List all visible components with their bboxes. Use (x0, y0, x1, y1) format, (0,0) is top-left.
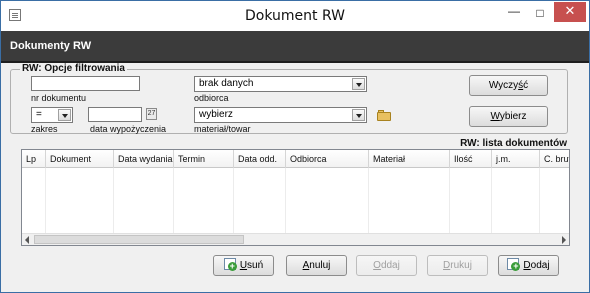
delete-button-post: suń (247, 260, 264, 271)
recipient-label: odbiorca (194, 93, 229, 103)
column-divider (491, 168, 492, 235)
column-divider (539, 168, 540, 235)
dokument-rw-window: Dokument RW — □ ✕ Dokumenty RW RW: Opcje… (0, 0, 590, 293)
maximize-button[interactable]: □ (530, 5, 550, 21)
column-divider (173, 168, 174, 235)
column-divider (285, 168, 286, 235)
horizontal-scrollbar[interactable] (22, 233, 569, 245)
column-divider (45, 168, 46, 235)
return-button-post: ddaj (380, 260, 400, 271)
range-value: = (36, 109, 42, 120)
minimize-button[interactable]: — (504, 5, 524, 21)
column-divider (449, 168, 450, 235)
add-button-post: odaj (530, 260, 550, 271)
document-icon: + (223, 258, 237, 272)
clear-button-pre: Wyczy (488, 80, 519, 91)
scroll-left-icon[interactable] (25, 236, 29, 244)
add-button-mnemonic: D (523, 260, 531, 271)
add-badge-icon: + (511, 261, 521, 272)
column-header-unit[interactable]: j.m. (492, 150, 540, 168)
window-title: Dokument RW (245, 8, 345, 24)
return-button-mnemonic: O (373, 260, 381, 271)
title-bar: Dokument RW — □ ✕ (1, 1, 589, 31)
column-header-gross-price[interactable]: C. brutto (540, 150, 569, 168)
table-body[interactable] (22, 168, 569, 235)
print-button-post: rukuj (450, 260, 472, 271)
header-band: Dokumenty RW (1, 31, 589, 63)
folder-body (377, 112, 391, 121)
add-button[interactable]: + Dodaj (498, 255, 559, 276)
material-label: materiał/towar (194, 124, 251, 134)
doc-number-input[interactable] (31, 76, 140, 91)
filter-legend: RW: Opcje filtrowania (20, 63, 127, 74)
scroll-right-icon[interactable] (562, 236, 566, 244)
cancel-button-post: nuluj (309, 260, 331, 271)
column-divider (368, 168, 369, 235)
clear-button-post: ć (523, 80, 529, 91)
print-button[interactable]: Drukuj (427, 255, 488, 276)
close-button[interactable]: ✕ (554, 2, 586, 22)
folder-icon[interactable] (377, 109, 392, 122)
cancel-button[interactable]: Anuluj (286, 255, 347, 276)
column-header-return-date[interactable]: Data odd. (234, 150, 286, 168)
documents-table[interactable]: Lp Dokument Data wydania Termin Data odd… (21, 149, 570, 246)
chevron-down-icon[interactable] (58, 109, 71, 121)
calendar-icon[interactable]: 27 (146, 108, 157, 120)
return-button[interactable]: Oddaj (356, 255, 417, 276)
column-header-deadline[interactable]: Termin (174, 150, 234, 168)
chevron-down-icon[interactable] (352, 109, 365, 121)
select-button-mnemonic: W (490, 111, 500, 122)
column-header-recipient[interactable]: Odbiorca (286, 150, 369, 168)
table-header: Lp Dokument Data wydania Termin Data odd… (22, 150, 569, 168)
material-select[interactable]: wybierz (194, 107, 367, 123)
page-title: Dokumenty RW (10, 40, 92, 52)
column-divider (233, 168, 234, 235)
scroll-thumb[interactable] (34, 235, 244, 244)
chevron-down-icon[interactable] (352, 78, 365, 90)
list-title: RW: lista dokumentów (460, 138, 567, 149)
select-button-post: ybierz (499, 111, 527, 122)
column-header-lp[interactable]: Lp (22, 150, 46, 168)
clear-button[interactable]: Wyczyść (469, 75, 548, 96)
delete-button[interactable]: + Usuń (213, 255, 274, 276)
column-header-document[interactable]: Dokument (46, 150, 114, 168)
delete-button-mnemonic: U (239, 260, 248, 271)
add-document-icon: + (507, 258, 521, 272)
loan-date-input[interactable] (88, 107, 142, 122)
column-divider (113, 168, 114, 235)
loan-date-label: data wypożyczenia (90, 124, 167, 134)
column-header-quantity[interactable]: Ilość (450, 150, 492, 168)
add-badge-icon: + (227, 261, 237, 272)
recipient-value: brak danych (199, 78, 254, 89)
column-header-material[interactable]: Materiał (369, 150, 450, 168)
doc-number-label: nr dokumentu (31, 93, 87, 103)
recipient-select[interactable]: brak danych (194, 76, 367, 92)
range-label: zakres (31, 124, 58, 134)
column-header-issue-date[interactable]: Data wydania (114, 150, 174, 168)
material-value: wybierz (199, 109, 233, 120)
range-select[interactable]: = (31, 107, 73, 123)
select-button[interactable]: Wybierz (469, 106, 548, 127)
